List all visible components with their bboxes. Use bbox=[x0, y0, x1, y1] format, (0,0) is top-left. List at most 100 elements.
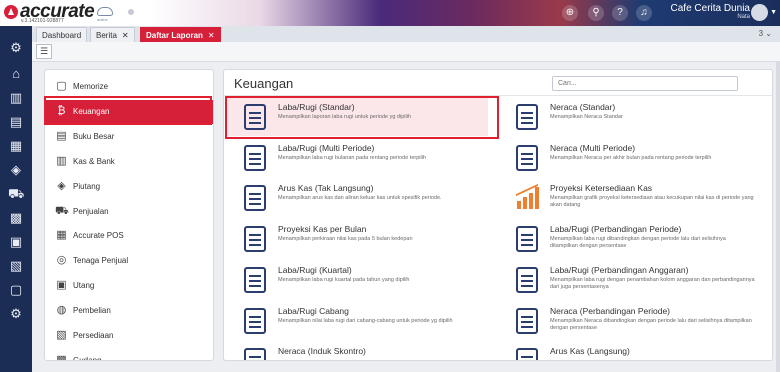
salesperson-icon: ◎ bbox=[56, 254, 67, 267]
document-report-icon bbox=[244, 348, 266, 360]
search-input[interactable] bbox=[552, 76, 738, 91]
report-description: Menampilkan laba rugi dibandingkan denga… bbox=[550, 236, 726, 250]
document-report-icon bbox=[244, 266, 266, 293]
report-description: Menampilkan Neraca Standar bbox=[550, 114, 623, 120]
pos-icon: ▦ bbox=[56, 229, 67, 242]
cloud-icon bbox=[97, 7, 113, 16]
document-report-icon bbox=[516, 104, 538, 130]
document-report-icon bbox=[516, 348, 538, 360]
gear-small-icon[interactable]: ⚙ bbox=[8, 306, 24, 322]
category-label: Gudang bbox=[73, 355, 102, 361]
category-label: Accurate POS bbox=[73, 231, 124, 241]
category-item-pembelian[interactable]: ◍ Pembelian bbox=[45, 299, 213, 323]
bank-icon[interactable]: ▦ bbox=[8, 138, 24, 154]
report-description: Menampilkan laba rugi bulanan pada renta… bbox=[278, 154, 426, 161]
category-label: Memorize bbox=[73, 82, 109, 91]
report-name: Laba/Rugi (Multi Periode) bbox=[278, 142, 375, 153]
toolbar: ☰ bbox=[32, 42, 780, 62]
purchase-icon[interactable]: ▩ bbox=[8, 210, 24, 226]
avatar[interactable] bbox=[751, 4, 768, 21]
report-item[interactable]: Laba/Rugi Cabang Menampilkan nilai laba r… bbox=[226, 302, 488, 340]
status-dot-icon bbox=[128, 9, 134, 15]
report-name: Laba/Rugi (Kuartal) bbox=[278, 264, 352, 275]
settings-gear-icon[interactable]: ⚙ bbox=[8, 40, 24, 56]
document-report-icon bbox=[244, 185, 266, 212]
report-description: Menampilkan arus kas dan aliran keluar k… bbox=[278, 195, 442, 202]
document-report-icon bbox=[516, 307, 538, 334]
company-info[interactable]: Cafe Cerita Dunia Nata bbox=[671, 3, 750, 20]
tab-label: Dashboard bbox=[42, 31, 82, 40]
tab-berita[interactable]: Berita ✕ bbox=[90, 27, 135, 42]
report-description: Menampilkan Neraca per akhir bulan pada … bbox=[550, 154, 712, 161]
category-item-kas-bank[interactable]: ▥ Kas & Bank bbox=[45, 150, 213, 174]
selection-highlight-box bbox=[44, 96, 212, 125]
tab-label: Berita bbox=[96, 31, 117, 40]
tab-daftar-laporan[interactable]: Daftar Laporan ✕ bbox=[140, 27, 221, 42]
report-icon[interactable]: ▢ bbox=[8, 282, 24, 298]
category-item-buku-besar[interactable]: ▤ Buku Besar bbox=[45, 125, 213, 149]
report-name: Neraca (Multi Periode) bbox=[550, 142, 636, 153]
document-report-icon bbox=[244, 307, 266, 334]
report-item[interactable]: Neraca (Perbandingan Periode) Menampilkan… bbox=[498, 302, 760, 340]
money-icon[interactable]: ◈ bbox=[8, 162, 24, 178]
category-item-persediaan[interactable]: ▧ Persediaan bbox=[45, 324, 213, 348]
warehouse-icon[interactable]: ▣ bbox=[8, 234, 24, 250]
payable-icon: ▣ bbox=[56, 279, 67, 292]
help-icon[interactable]: ? bbox=[612, 5, 628, 21]
category-label: Kas & Bank bbox=[73, 156, 115, 166]
category-label: Penjualan bbox=[73, 206, 109, 216]
category-item-gudang[interactable]: ▩ Gudang bbox=[45, 349, 213, 361]
category-item-piutang[interactable]: ◈ Piutang bbox=[45, 175, 213, 199]
report-name: Laba/Rugi (Perbandingan Anggaran) bbox=[550, 264, 689, 275]
ledger-book-icon[interactable]: ▤ bbox=[8, 114, 24, 130]
asset-icon[interactable]: ▧ bbox=[8, 258, 24, 274]
report-item[interactable]: Neraca (Standar) Menampilkan Neraca Stand… bbox=[498, 98, 760, 136]
category-item-penjualan[interactable]: ⛟ Penjualan bbox=[45, 200, 213, 224]
cart-icon[interactable]: ⛟ bbox=[8, 186, 24, 202]
report-name: Neraca (Standar) bbox=[550, 102, 616, 112]
memorize-icon: ▢ bbox=[56, 80, 67, 92]
document-report-icon bbox=[244, 144, 266, 171]
report-item[interactable]: Proyeksi Ketersediaan Kas Menampilkan gra… bbox=[498, 179, 760, 217]
report-item[interactable]: Proyeksi Kas per Bulan Menampilkan perkir… bbox=[226, 220, 488, 258]
category-item-tenaga-penjual[interactable]: ◎ Tenaga Penjual bbox=[45, 249, 213, 273]
ledger-icon: ▤ bbox=[56, 129, 67, 142]
category-label: Tenaga Penjual bbox=[73, 256, 129, 266]
building-icon[interactable]: ▥ bbox=[8, 90, 24, 106]
category-item-accurate-pos[interactable]: ▦ Accurate POS bbox=[45, 224, 213, 248]
close-icon[interactable]: ✕ bbox=[122, 31, 129, 40]
report-item[interactable]: Laba/Rugi (Multi Periode) Menampilkan lab… bbox=[226, 139, 488, 177]
chevron-down-icon[interactable]: ▼ bbox=[770, 9, 777, 16]
report-name: Proyeksi Ketersediaan Kas bbox=[550, 183, 653, 194]
apps-icon[interactable]: ⊕ bbox=[562, 5, 578, 21]
document-report-icon bbox=[244, 226, 266, 253]
company-icon[interactable]: ⌂ bbox=[8, 66, 24, 82]
sales-cart-icon: ⛟ bbox=[55, 204, 69, 217]
app-header: accurate v.3.142101-928877 online ⊕ ⚲ ? … bbox=[0, 0, 780, 26]
report-name: Neraca (Perbandingan Periode) bbox=[550, 305, 671, 316]
report-item[interactable]: Arus Kas (Tak Langsung) Menampilkan arus … bbox=[226, 179, 488, 217]
report-item[interactable]: Neraca (Multi Periode) Menampilkan Neraca… bbox=[498, 139, 760, 177]
report-item[interactable]: Laba/Rugi (Perbandingan Anggaran) Menampi… bbox=[498, 261, 760, 299]
app-version: v.3.142101-928877 bbox=[21, 18, 64, 24]
tab-overflow-menu[interactable]: 3 ⌄ bbox=[759, 27, 772, 41]
scrollbar[interactable] bbox=[776, 62, 780, 372]
report-name: Arus Kas (Langsung) bbox=[550, 346, 630, 357]
category-label: Piutang bbox=[73, 181, 101, 191]
selection-highlight-box bbox=[225, 96, 499, 139]
report-item[interactable]: Arus Kas (Langsung) bbox=[498, 342, 760, 360]
list-view-icon[interactable]: ☰ bbox=[36, 44, 52, 59]
tab-count: 3 bbox=[758, 29, 764, 38]
report-item[interactable]: Laba/Rugi (Perbandingan Periode) Menampil… bbox=[498, 220, 760, 258]
notification-bell-icon[interactable]: ♫ bbox=[636, 5, 652, 21]
report-name: Neraca (Induk Skontro) bbox=[278, 346, 366, 357]
report-item[interactable]: Laba/Rugi (Kuartal) Menampilkan laba rugi… bbox=[226, 261, 488, 299]
category-item-utang[interactable]: ▣ Utang bbox=[45, 274, 213, 298]
report-item[interactable]: Neraca (Induk Skontro) bbox=[226, 342, 488, 360]
close-icon[interactable]: ✕ bbox=[208, 31, 215, 40]
cash-bank-icon: ▥ bbox=[56, 154, 67, 167]
search-icon[interactable]: ⚲ bbox=[588, 5, 604, 21]
tab-dashboard[interactable]: Dashboard bbox=[36, 27, 88, 42]
report-description: Menampilkan Neraca dibandingkan dengan p… bbox=[550, 317, 752, 331]
left-navigation-rail: ⚙ ⌂ ▥ ▤ ▦ ◈ ⛟ ▩ ▣ ▧ ▢ ⚙ bbox=[0, 26, 32, 372]
